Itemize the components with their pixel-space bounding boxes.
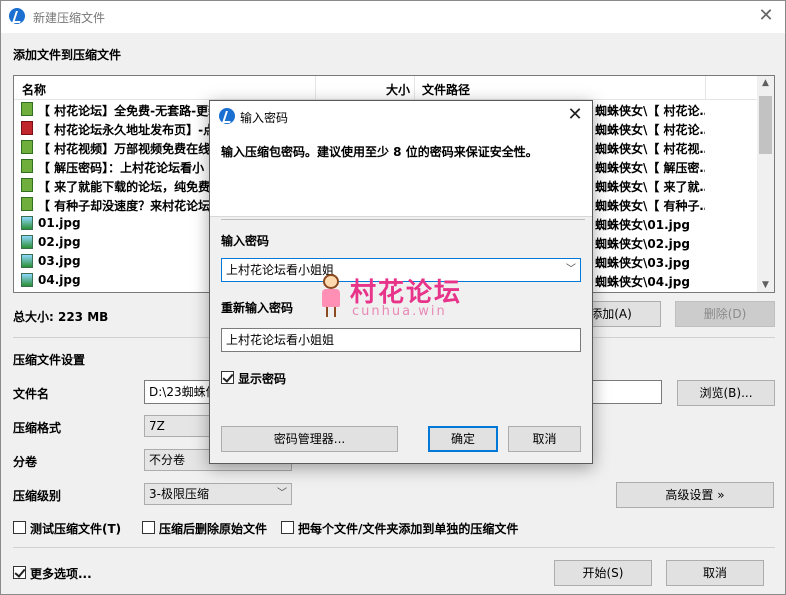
- scroll-up-icon[interactable]: ▲: [760, 78, 771, 88]
- image-file-icon: [21, 235, 33, 249]
- separate-archives-checkbox[interactable]: [281, 521, 294, 534]
- document-file-icon: [21, 102, 33, 116]
- file-name: 【 村花视频】万部视频免费在线: [38, 142, 211, 156]
- dialog-info-text: 输入压缩包密码。建议使用至少 8 位的密码来保证安全性。: [221, 145, 538, 159]
- file-path: 蜘蛛侠女\03.jpg: [595, 256, 690, 270]
- title-bar: 新建压缩文件 ✕: [1, 1, 785, 33]
- file-name: 01.jpg: [38, 216, 81, 230]
- scroll-down-icon[interactable]: ▼: [760, 280, 771, 290]
- dialog-title: 输入密码: [240, 111, 289, 125]
- document-file-icon: [21, 159, 33, 173]
- floppy-file-icon: [21, 121, 33, 135]
- file-list-scrollbar[interactable]: ▲ ▼: [757, 76, 774, 292]
- file-name: 03.jpg: [38, 254, 81, 268]
- dialog-cancel-button[interactable]: 取消: [508, 426, 581, 452]
- filename-label: 文件名: [13, 387, 50, 401]
- format-value: 7Z: [149, 419, 165, 433]
- divider: [13, 547, 775, 548]
- document-file-icon: [21, 178, 33, 192]
- close-icon[interactable]: ✕: [562, 104, 588, 128]
- file-name: 【 有种子却没速度？来村花论坛，: [38, 199, 223, 213]
- file-path: 蜘蛛侠女\【 村花视…: [595, 142, 705, 156]
- file-name: 【 村花论坛】全免费-无套路-更新: [38, 104, 221, 118]
- add-files-heading: 添加文件到压缩文件: [13, 48, 122, 62]
- show-password-label[interactable]: 显示密码: [238, 370, 286, 387]
- dialog-info-panel: 输入压缩包密码。建议使用至少 8 位的密码来保证安全性。: [210, 131, 592, 217]
- mascot-icon: [318, 274, 344, 318]
- show-password-checkbox[interactable]: [221, 371, 234, 384]
- close-icon[interactable]: ✕: [753, 5, 779, 29]
- delete-originals-checkbox[interactable]: [142, 521, 155, 534]
- file-name: 【 解压密码】：上村花论坛看小: [38, 161, 205, 175]
- scroll-thumb[interactable]: [759, 96, 772, 154]
- ok-button[interactable]: 确定: [428, 426, 498, 452]
- total-size: 总大小: 223 MB: [13, 310, 109, 324]
- file-list-header: 名称 大小 文件路径: [14, 76, 758, 100]
- more-options-checkbox[interactable]: [13, 566, 26, 579]
- format-label: 压缩格式: [13, 421, 62, 435]
- level-select[interactable]: 3-极限压缩 ﹀: [144, 483, 292, 505]
- app-logo-icon: [9, 8, 25, 24]
- separate-archives-label[interactable]: 把每个文件/文件夹添加到单独的压缩文件: [298, 520, 518, 537]
- file-name: 02.jpg: [38, 235, 81, 249]
- file-path: 蜘蛛侠女\【 有种子…: [595, 199, 705, 213]
- split-value: 不分卷: [149, 453, 186, 467]
- column-size[interactable]: 大小: [386, 81, 410, 98]
- dialog-title-bar: 输入密码 ✕: [210, 101, 592, 131]
- file-path: 蜘蛛侠女\02.jpg: [595, 237, 690, 251]
- reenter-password-input[interactable]: 上村花论坛看小姐姐: [221, 328, 581, 352]
- image-file-icon: [21, 216, 33, 230]
- chevron-down-icon[interactable]: ﹀: [566, 259, 576, 281]
- split-label: 分卷: [13, 455, 38, 469]
- file-path: 蜘蛛侠女\【 解压密…: [595, 161, 705, 175]
- browse-button[interactable]: 浏览(B)...: [677, 380, 775, 406]
- app-logo-icon: [219, 108, 235, 124]
- file-name: 【 村花论坛永久地址发布页】-点: [38, 123, 216, 137]
- advanced-settings-button[interactable]: 高级设置 »: [616, 482, 774, 508]
- document-file-icon: [21, 140, 33, 154]
- file-path: 蜘蛛侠女\04.jpg: [595, 275, 690, 289]
- more-options-label[interactable]: 更多选项...: [30, 565, 92, 582]
- divider: [221, 219, 585, 220]
- reenter-label: 重新输入密码: [221, 301, 294, 315]
- file-path: 蜘蛛侠女\【 村花论…: [595, 123, 705, 137]
- test-archive-label[interactable]: 测试压缩文件(T): [30, 520, 121, 537]
- level-value: 3-极限压缩: [149, 487, 209, 501]
- file-path: 蜘蛛侠女\【 来了就…: [595, 180, 705, 194]
- document-file-icon: [21, 197, 33, 211]
- password-manager-button[interactable]: 密码管理器...: [221, 426, 398, 452]
- level-label: 压缩级别: [13, 489, 62, 503]
- file-name: 04.jpg: [38, 273, 81, 287]
- password-label: 输入密码: [221, 234, 270, 248]
- window-title: 新建压缩文件: [33, 11, 106, 25]
- chevron-down-icon: ﹀: [277, 488, 287, 499]
- cancel-button[interactable]: 取消: [666, 560, 764, 586]
- file-path: 蜘蛛侠女\01.jpg: [595, 218, 690, 232]
- image-file-icon: [21, 254, 33, 268]
- settings-heading: 压缩文件设置: [13, 353, 86, 367]
- test-archive-checkbox[interactable]: [13, 521, 26, 534]
- start-button[interactable]: 开始(S): [554, 560, 652, 586]
- delete-originals-label[interactable]: 压缩后删除原始文件: [159, 520, 267, 537]
- column-name[interactable]: 名称: [22, 81, 46, 98]
- column-path[interactable]: 文件路径: [422, 81, 470, 98]
- delete-button[interactable]: 删除(D): [675, 301, 775, 327]
- watermark-subtitle: cunhua.win: [352, 304, 447, 319]
- watermark-logo: 村花论坛 cunhua.win: [318, 272, 478, 324]
- file-path: 蜘蛛侠女\【 村花论…: [595, 104, 705, 118]
- image-file-icon: [21, 273, 33, 287]
- file-name: 【 来了就能下载的论坛，纯免费: [38, 180, 211, 194]
